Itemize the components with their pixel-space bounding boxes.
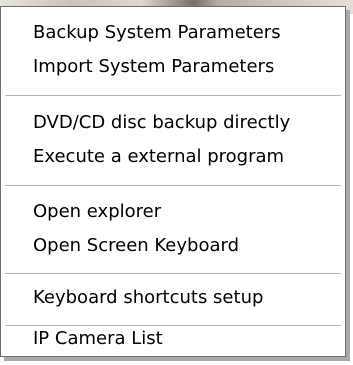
context-menu: Backup System Parameters Import System P…: [0, 6, 346, 357]
menu-item-keyboard-shortcuts-setup[interactable]: Keyboard shortcuts setup: [33, 282, 263, 314]
menu-separator: [5, 95, 341, 97]
menu-item-open-explorer[interactable]: Open explorer: [33, 196, 161, 228]
menu-separator: [5, 273, 341, 275]
menu-item-import-system-parameters[interactable]: Import System Parameters: [33, 51, 274, 83]
menu-item-open-screen-keyboard[interactable]: Open Screen Keyboard: [33, 230, 239, 262]
menu-separator: [5, 185, 341, 187]
menu-item-ip-camera-list[interactable]: IP Camera List: [33, 323, 163, 355]
menu-item-dvd-cd-disc-backup[interactable]: DVD/CD disc backup directly: [33, 107, 290, 139]
menu-item-execute-external-program[interactable]: Execute a external program: [33, 141, 284, 173]
menu-item-backup-system-parameters[interactable]: Backup System Parameters: [33, 17, 281, 49]
